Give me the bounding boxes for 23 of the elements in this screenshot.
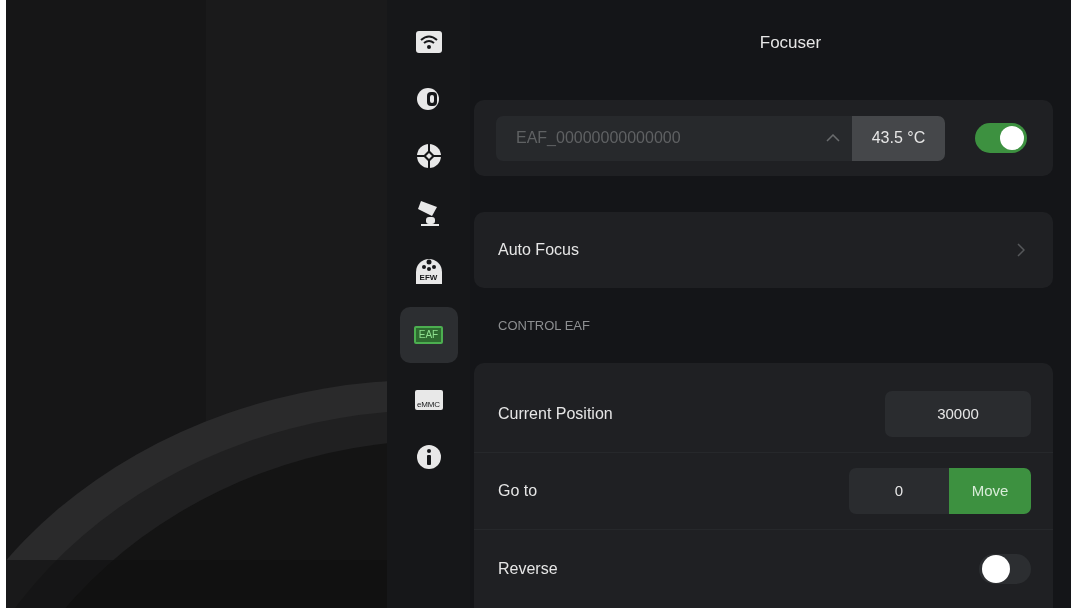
wifi-icon xyxy=(415,31,442,53)
chevron-right-icon xyxy=(1017,243,1025,257)
row-label: Reverse xyxy=(498,558,559,579)
position-field: 30000 xyxy=(885,391,1031,437)
focuser-icon: EAF xyxy=(413,326,444,344)
camera-icon xyxy=(415,87,442,111)
toggle-switch[interactable] xyxy=(975,123,1027,153)
input-field[interactable]: 0 xyxy=(849,468,949,514)
section-title: CONTROL EAF xyxy=(498,316,590,335)
sidebar-item[interactable]: EAF xyxy=(399,307,458,363)
sidebar-item[interactable]: EFW xyxy=(399,250,458,290)
auto-focus-row[interactable]: Auto Focus xyxy=(474,212,1053,288)
panel-title: Focuser xyxy=(759,32,822,54)
telescope-icon xyxy=(416,199,441,227)
info-icon xyxy=(415,444,442,470)
crosshair-icon xyxy=(415,143,442,169)
toggle-switch[interactable] xyxy=(979,553,1031,584)
temperature-value: 43.5 °C xyxy=(852,115,945,161)
row-label: Current Position xyxy=(498,404,614,424)
caret-up-icon xyxy=(826,134,840,142)
sidebar-item[interactable]: eMMC xyxy=(399,380,458,420)
storage-icon: eMMC xyxy=(414,390,443,410)
row-label: Go to xyxy=(498,481,539,501)
